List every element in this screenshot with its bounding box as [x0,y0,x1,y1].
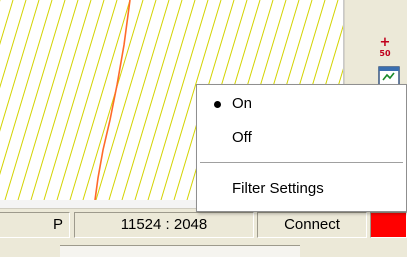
zoom-in-50-icon[interactable]: + 50 [373,36,397,60]
menu-item-label: Filter Settings [232,180,324,197]
hatch-line [108,0,170,200]
selected-bullet-icon [214,101,221,108]
status-bar: P 11524 : 2048 Connect [0,208,407,257]
hatch-line [121,0,183,200]
zoom-plus-glyph: + [379,35,391,50]
coordinates-readout: 11524 : 2048 [74,212,254,238]
status-panel-left: P [0,212,70,238]
hatch-line [0,0,14,46]
lower-panel-edge [60,245,300,257]
menu-item-off[interactable]: Off [197,126,406,150]
menu-item-on[interactable]: On [197,92,406,116]
zoom-level-label: 50 [379,49,391,58]
filter-context-menu: On Off Filter Settings [196,84,407,212]
hatch-line [43,0,105,200]
connection-status-indicator [370,212,407,238]
menu-item-label: Off [232,129,252,146]
hatch-line [134,0,196,200]
connect-button[interactable]: Connect [257,212,367,238]
hatch-line [0,0,53,176]
menu-item-label: On [232,95,253,112]
hatch-line [56,0,118,200]
hatch-line [0,0,40,132]
menu-separator [200,162,403,163]
menu-item-filter-settings[interactable]: Filter Settings [197,177,406,201]
hatch-line [82,0,144,200]
hatch-line [30,0,92,200]
view-window-icon[interactable] [378,66,400,86]
hatch-line [17,0,79,200]
hatch-line [4,0,66,200]
